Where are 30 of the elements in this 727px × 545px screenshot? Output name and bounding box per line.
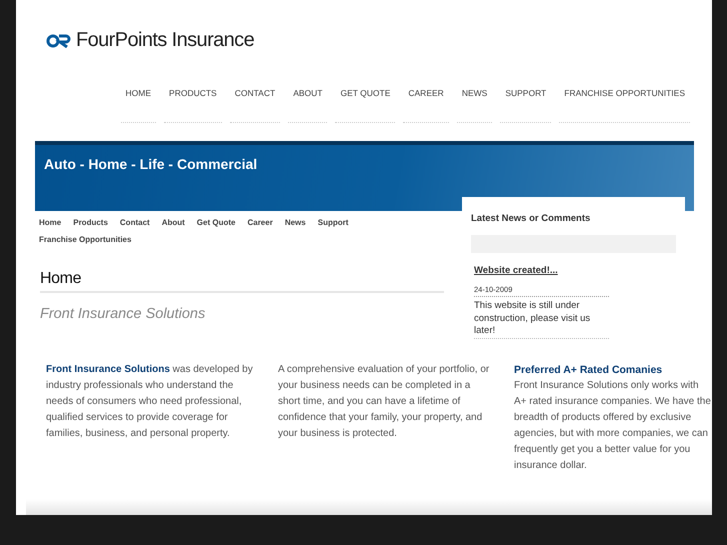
nav-link[interactable]: Contact bbox=[120, 218, 150, 227]
nav-link[interactable]: CAREER bbox=[403, 88, 449, 123]
nav-link[interactable]: Get Quote bbox=[196, 218, 236, 227]
nav-link[interactable]: CONTACT bbox=[230, 88, 280, 123]
news-headline-link[interactable]: Website created!... bbox=[474, 265, 676, 276]
nav-link[interactable]: Home bbox=[39, 218, 62, 227]
nav-link[interactable]: Support bbox=[318, 218, 348, 227]
nav-link[interactable]: ABOUT bbox=[288, 88, 328, 123]
column-text: Front Insurance Solutions only works with A+ rated insurance companies. We have the breadth of products offered by exclusive agencies, but with more companies, we can frequently get you a better value for you insurance dollar. bbox=[514, 379, 712, 473]
nav-link[interactable]: About bbox=[162, 218, 185, 227]
news-text: This website is still under construction, please visit us later! bbox=[474, 300, 609, 338]
nav-link[interactable]: SUPPORT bbox=[500, 88, 552, 123]
banner-title: Auto - Home - Life - Commercial bbox=[44, 156, 258, 172]
column-heading: Preferred A+ Rated Comanies bbox=[514, 363, 664, 378]
column-text: A comprehensive evaluation of your portfolio, or your business needs can be completed in a short time, and you can have a lifetime of confidence that your family, your property, and your business is protected. bbox=[278, 363, 490, 441]
nav-link[interactable]: Franchise Opportunities bbox=[39, 235, 132, 244]
panel-title: Latest News or Comments bbox=[471, 213, 592, 224]
nav-link[interactable]: PRODUCTS bbox=[164, 88, 222, 123]
nav-link[interactable]: HOME bbox=[120, 88, 156, 123]
logo-icon bbox=[46, 34, 73, 48]
nav-link[interactable]: FRANCHISE OPPORTUNITIES bbox=[559, 88, 690, 123]
nav-link[interactable]: GET QUOTE bbox=[335, 88, 396, 123]
nav-link[interactable]: News bbox=[284, 218, 306, 227]
column-text: Front Insurance Solutions was developed by industry professionals who understand the needs of consumers who need professional, qualified services to provide coverage for families, business, and personal property. bbox=[46, 363, 254, 441]
page-title: Home bbox=[40, 270, 444, 293]
nav-link[interactable]: Career bbox=[247, 218, 273, 227]
logo-text: FourPoints Insurance bbox=[76, 29, 254, 52]
page-subtitle: Front Insurance Solutions bbox=[40, 306, 206, 322]
nav-link[interactable]: Products bbox=[73, 218, 108, 227]
nav-link[interactable]: NEWS bbox=[456, 88, 492, 123]
